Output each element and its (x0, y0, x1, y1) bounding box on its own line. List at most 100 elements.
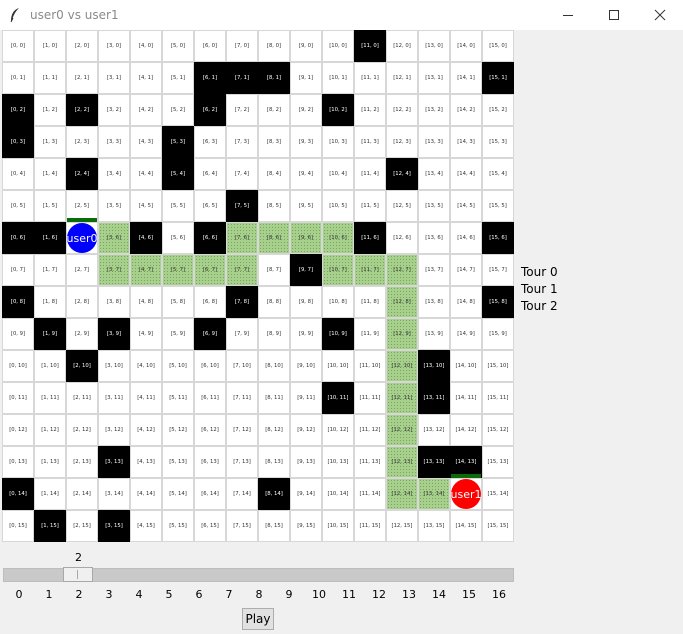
grid-cell: [7, 10] (226, 350, 258, 382)
grid-cell: [6, 3] (194, 126, 226, 158)
grid-cell: [4, 6] (130, 222, 162, 254)
grid-cell: [11, 15] (354, 510, 386, 542)
grid-cell: [8, 7] (258, 254, 290, 286)
grid-cell: [6, 12] (194, 414, 226, 446)
grid-cell: [11, 14] (354, 478, 386, 510)
slider-tick-label: 16 (492, 588, 506, 601)
grid-cell: [15, 12] (482, 414, 514, 446)
grid-cell: [14, 9] (450, 318, 482, 350)
grid-cell: [6, 0] (194, 30, 226, 62)
grid-cell: [0, 10] (2, 350, 34, 382)
grid-cell: [1, 1] (34, 62, 66, 94)
grid-cell: [12, 15] (386, 510, 418, 542)
grid-cell: [0, 14] (2, 478, 34, 510)
grid-cell: [10, 12] (322, 414, 354, 446)
grid-cell: [4, 12] (130, 414, 162, 446)
grid-cell: [15, 4] (482, 158, 514, 190)
grid-cell: [3, 12] (98, 414, 130, 446)
grid-cell: [14, 10] (450, 350, 482, 382)
grid-cell: [5, 14] (162, 478, 194, 510)
grid-cell: [3, 0] (98, 30, 130, 62)
grid-cell: [4, 4] (130, 158, 162, 190)
grid-cell: [0, 8] (2, 286, 34, 318)
grid-cell: [8, 3] (258, 126, 290, 158)
grid-cell: [4, 0] (130, 30, 162, 62)
slider-tick-label: 0 (15, 588, 23, 601)
grid-cell: [2, 15] (66, 510, 98, 542)
slider-thumb[interactable] (63, 567, 93, 582)
grid-cell: [3, 1] (98, 62, 130, 94)
grid-cell: [12, 6] (386, 222, 418, 254)
grid-cell: [13, 0] (418, 30, 450, 62)
grid-cell: [13, 6] (418, 222, 450, 254)
grid-cell: [11, 0] (354, 30, 386, 62)
grid-cell: [11, 3] (354, 126, 386, 158)
grid-cell: [9, 10] (290, 350, 322, 382)
grid-cell: [13, 2] (418, 94, 450, 126)
grid-cell: [6, 9] (194, 318, 226, 350)
grid-cell: [14, 1] (450, 62, 482, 94)
grid-cell: [3, 7] (98, 254, 130, 286)
slider-tick-label: 2 (75, 588, 83, 601)
grid-cell: [7, 12] (226, 414, 258, 446)
maximize-button[interactable] (591, 0, 637, 30)
grid-cell: [12, 9] (386, 318, 418, 350)
grid-cell: [2, 0] (66, 30, 98, 62)
grid-cell: [3, 4] (98, 158, 130, 190)
grid-cell: [10, 6] (322, 222, 354, 254)
grid-cell: [10, 1] (322, 62, 354, 94)
grid-cell: [11, 11] (354, 382, 386, 414)
grid-cell: [1, 10] (34, 350, 66, 382)
grid-cell: [10, 4] (322, 158, 354, 190)
grid-cell: [13, 9] (418, 318, 450, 350)
window-title: user0 vs user1 (30, 8, 119, 22)
grid-cell: [7, 1] (226, 62, 258, 94)
play-button[interactable]: Play (242, 608, 274, 630)
grid-cell: [5, 5] (162, 190, 194, 222)
grid-cell: [8, 4] (258, 158, 290, 190)
grid-cell: [4, 14] (130, 478, 162, 510)
grid-cell: [15, 6] (482, 222, 514, 254)
grid-cell: [6, 6] (194, 222, 226, 254)
grid-cell: [8, 5] (258, 190, 290, 222)
grid-cell: [3, 15] (98, 510, 130, 542)
slider-tick-label: 15 (462, 588, 476, 601)
grid-cell: [6, 10] (194, 350, 226, 382)
grid-cell: [0, 3] (2, 126, 34, 158)
grid-cell: [12, 13] (386, 446, 418, 478)
maximize-icon (609, 10, 619, 20)
grid-cell: [15, 11] (482, 382, 514, 414)
grid-cell: [7, 8] (226, 286, 258, 318)
grid-cell: [2, 2] (66, 94, 98, 126)
grid-cell: [2, 14] (66, 478, 98, 510)
grid-cell: [12, 4] (386, 158, 418, 190)
grid-cell: [5, 2] (162, 94, 194, 126)
grid-cell: [8, 0] (258, 30, 290, 62)
grid-cell: [9, 2] (290, 94, 322, 126)
close-button[interactable] (637, 0, 683, 30)
slider-tick-label: 4 (135, 588, 143, 601)
slider-tick-label: 8 (255, 588, 263, 601)
grid-cell: [9, 7] (290, 254, 322, 286)
grid-cell: [10, 9] (322, 318, 354, 350)
grid-cell: [8, 6] (258, 222, 290, 254)
turn-label: Tour 1 (521, 282, 558, 296)
grid-cell: [3, 8] (98, 286, 130, 318)
grid-cell: [6, 8] (194, 286, 226, 318)
grid-cell: [14, 5] (450, 190, 482, 222)
grid-cell: [1, 0] (34, 30, 66, 62)
grid-cell: [3, 13] (98, 446, 130, 478)
grid-cell: [11, 4] (354, 158, 386, 190)
grid-cell: [0, 11] (2, 382, 34, 414)
minimize-button[interactable] (545, 0, 591, 30)
grid-cell: [1, 14] (34, 478, 66, 510)
grid-cell: [5, 0] (162, 30, 194, 62)
grid-cell: [11, 10] (354, 350, 386, 382)
grid-cell: [2, 1] (66, 62, 98, 94)
grid-cell: [12, 7] (386, 254, 418, 286)
grid-cell: [11, 13] (354, 446, 386, 478)
grid-cell: [15, 5] (482, 190, 514, 222)
grid-cell: [13, 14] (418, 478, 450, 510)
grid-cell: [14, 4] (450, 158, 482, 190)
grid-cell: [1, 9] (34, 318, 66, 350)
